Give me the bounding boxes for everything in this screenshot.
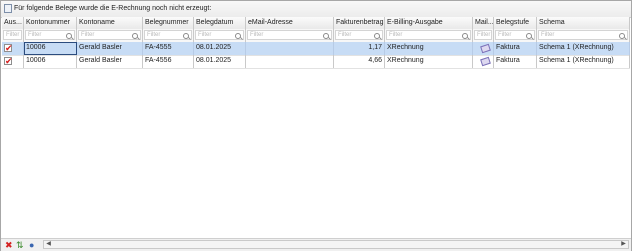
search-icon[interactable]: [235, 33, 241, 39]
column-header-kontonummer[interactable]: Kontonummer: [24, 17, 77, 29]
search-icon[interactable]: [323, 33, 329, 39]
filter-row: Filter Filter Filter Filter Filter Filte…: [2, 29, 630, 43]
transfer-icon[interactable]: ⇅: [16, 240, 24, 250]
cell-kontonummer[interactable]: 10006: [24, 42, 77, 55]
column-header-belegnummer[interactable]: Belegnummer: [143, 17, 194, 29]
cell-email[interactable]: [246, 42, 334, 55]
horizontal-scrollbar[interactable]: ◀ ▶: [43, 240, 629, 249]
dialog-frame: Für folgende Belege wurde die E-Rechnung…: [0, 0, 632, 251]
scroll-right-icon[interactable]: ▶: [619, 241, 628, 248]
cell-kontoname[interactable]: Gerald Basler: [77, 42, 143, 55]
cell-belegnummer[interactable]: FA-4556: [143, 55, 194, 68]
column-header-ebilling-ausgabe[interactable]: E-Billing-Ausgabe: [385, 17, 473, 29]
cell-belegnummer[interactable]: FA-4555: [143, 42, 194, 55]
cell-fakturenbetrag[interactable]: 4,66: [334, 55, 385, 68]
search-icon[interactable]: [132, 33, 138, 39]
filter-input-ausgabe[interactable]: Filter: [3, 30, 22, 40]
column-header-ausgabe[interactable]: Aus...: [2, 17, 24, 29]
cell-belegdatum[interactable]: 08.01.2025: [194, 42, 246, 55]
cell-fakturenbetrag[interactable]: 1,17: [334, 42, 385, 55]
column-header-email[interactable]: eMail-Adresse: [246, 17, 334, 29]
scroll-left-icon[interactable]: ◀: [44, 241, 53, 248]
ausgabe-checkbox[interactable]: [4, 55, 13, 67]
filter-input-schema[interactable]: Filter: [538, 30, 628, 40]
search-icon[interactable]: [183, 33, 189, 39]
cell-schema[interactable]: Schema 1 (XRechnung): [537, 55, 630, 68]
search-icon[interactable]: [374, 33, 380, 39]
message-bar: Für folgende Belege wurde die E-Rechnung…: [1, 1, 631, 18]
filter-input-email[interactable]: Filter: [247, 30, 332, 40]
filter-input-kontonummer[interactable]: Filter: [25, 30, 75, 40]
table-row[interactable]: 10006 Gerald Basler FA-4555 08.01.2025 1…: [2, 42, 630, 56]
cell-belegstufe[interactable]: Faktura: [494, 42, 537, 55]
cell-email[interactable]: [246, 55, 334, 68]
filter-input-belegdatum[interactable]: Filter: [195, 30, 244, 40]
column-header-kontoname[interactable]: Kontoname: [77, 17, 143, 29]
column-header-fakturenbetrag[interactable]: Fakturenbetrag: [334, 17, 385, 29]
cell-ebilling-ausgabe[interactable]: XRechnung: [385, 42, 473, 55]
filter-input-belegnummer[interactable]: Filter: [144, 30, 192, 40]
filter-input-kontoname[interactable]: Filter: [78, 30, 141, 40]
column-header-mail[interactable]: Mail...: [473, 17, 494, 29]
column-header-schema[interactable]: Schema: [537, 17, 630, 29]
cell-kontonummer[interactable]: 10006: [24, 55, 77, 68]
delete-icon[interactable]: ✖: [5, 240, 13, 250]
search-icon[interactable]: [526, 33, 532, 39]
cell-schema[interactable]: Schema 1 (XRechnung): [537, 42, 630, 55]
ausgabe-checkbox[interactable]: [4, 42, 13, 54]
mail-icon[interactable]: [480, 43, 491, 54]
search-icon[interactable]: [462, 33, 468, 39]
filter-input-mail[interactable]: Filter: [474, 30, 492, 40]
cell-ebilling-ausgabe[interactable]: XRechnung: [385, 55, 473, 68]
column-header-belegstufe[interactable]: Belegstufe: [494, 17, 537, 29]
cell-kontoname[interactable]: Gerald Basler: [77, 55, 143, 68]
filter-input-fakturenbetrag[interactable]: Filter: [335, 30, 383, 40]
search-icon[interactable]: [619, 33, 625, 39]
table-row[interactable]: 10006 Gerald Basler FA-4556 08.01.2025 4…: [2, 55, 630, 69]
cell-belegstufe[interactable]: Faktura: [494, 55, 537, 68]
filter-input-ebilling-ausgabe[interactable]: Filter: [386, 30, 471, 40]
message-text: Für folgende Belege wurde die E-Rechnung…: [14, 5, 212, 12]
database-icon[interactable]: ●: [29, 240, 34, 250]
grid-footer: ✖ ⇅ ● ◀ ▶: [1, 238, 631, 251]
mail-icon[interactable]: [480, 56, 491, 67]
document-icon: [4, 4, 12, 13]
column-header-belegdatum[interactable]: Belegdatum: [194, 17, 246, 29]
search-icon[interactable]: [66, 33, 72, 39]
cell-belegdatum[interactable]: 08.01.2025: [194, 55, 246, 68]
filter-input-belegstufe[interactable]: Filter: [495, 30, 535, 40]
